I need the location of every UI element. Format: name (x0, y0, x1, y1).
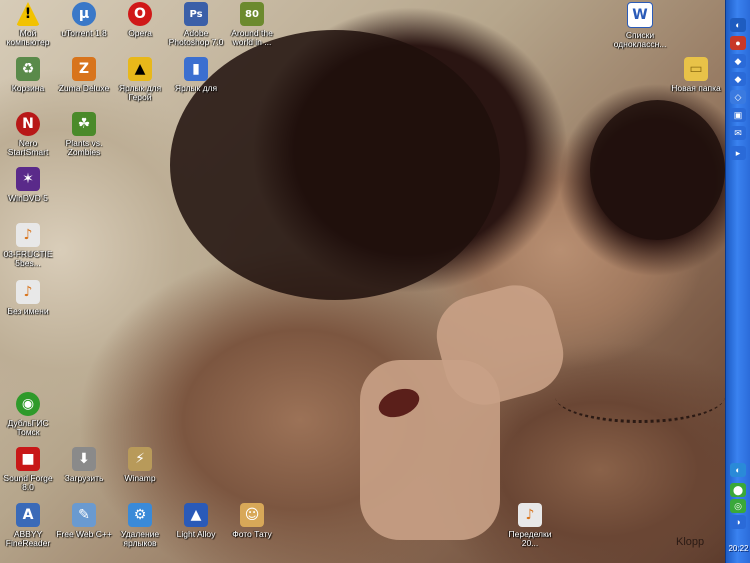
desktop-icon-soundforge[interactable]: ■ Sound Forge 8.0 (0, 447, 56, 492)
icon-label: Zuma Deluxe (58, 83, 110, 93)
icon-label: Корзина (11, 83, 45, 93)
wallpaper-hair-right (590, 100, 725, 240)
desktop-icon-downloads[interactable]: ⬇ Загрузить (56, 447, 112, 483)
plants-zombies-icon: ☘ (72, 112, 96, 136)
icon-label: Без имени (7, 306, 49, 316)
desktop-wallpaper: ! Мой компьютер µ uTorrent 1.8 O Opera P… (0, 0, 725, 563)
game-80-icon: 80 (240, 2, 264, 26)
sidebar-button-1[interactable]: ◐ (730, 18, 746, 32)
icon-label: Новая папка (671, 83, 721, 93)
icon-label: ДубльГИС Томск (7, 418, 49, 437)
wallpaper-necklace (555, 370, 725, 423)
icon-label: Opera (128, 28, 152, 38)
clock[interactable]: 20:22 (726, 544, 750, 553)
icon-label: Free Web C++ (56, 529, 112, 539)
sidebar-button-2[interactable]: ● (730, 36, 746, 50)
desktop-icon-nero[interactable]: N Nero StartSmart (0, 112, 56, 157)
icon-label: Загрузить (64, 473, 104, 483)
warning-triangle-icon: ! (16, 2, 40, 26)
desktop-icon-photoshop[interactable]: Ps Adobe Photoshop 7.0 (168, 2, 224, 47)
abbyy-icon: A (16, 503, 40, 527)
desktop-icon-recycle-bin[interactable]: ♻ Корзина (0, 57, 56, 93)
desktop-icon-light-alloy[interactable]: ▲ Light Alloy (168, 503, 224, 539)
desktop-icon-hero-shortcut[interactable]: ▲ Ярлык для Герой (112, 57, 168, 102)
remote-icon: ⚙ (128, 503, 152, 527)
desktop-icon-remote[interactable]: ⚙ Удаление ярлыков (112, 503, 168, 548)
desktop-icon-my-computer[interactable]: ! Мой компьютер (0, 2, 56, 47)
desktop-icon-shortcut-blue[interactable]: ▮ Ярлык для (168, 57, 224, 93)
icon-label: Списки одноклассн... (613, 30, 667, 49)
media-file-icon: ♪ (16, 280, 40, 304)
icon-label: Переделки 20... (508, 529, 552, 548)
icon-label: Sound Forge 8.0 (3, 473, 53, 492)
desktop-icon-utorrent[interactable]: µ uTorrent 1.8 (56, 2, 112, 38)
icon-label: WinDVD 5 (8, 193, 48, 203)
word-document-icon: W (627, 2, 653, 28)
desktop-icon-around-world[interactable]: 80 Around the world in ... (224, 2, 280, 47)
desktop-icon-new-folder[interactable]: ▭ Новая папка (668, 57, 724, 93)
folder-icon: ▭ (684, 57, 708, 81)
sidebar-button-5[interactable]: ◇ (730, 90, 746, 104)
tray-icon-1[interactable]: ◐ (730, 463, 746, 477)
nero-icon: N (16, 112, 40, 136)
sidebar-button-7[interactable]: ✉ (730, 126, 746, 140)
icon-label: Plants vs. Zombies (65, 138, 103, 157)
icon-label: Фото Тату (232, 529, 272, 539)
sidebar-button-4[interactable]: ◆ (730, 72, 746, 86)
windvd-icon: ✶ (16, 167, 40, 191)
wallpaper-arm (360, 360, 500, 540)
utorrent-icon: µ (72, 2, 96, 26)
tattoo-icon: ☺ (240, 503, 264, 527)
downloads-icon: ⬇ (72, 447, 96, 471)
icon-label: Adobe Photoshop 7.0 (168, 28, 224, 47)
soundforge-icon: ■ (16, 447, 40, 471)
desktop-icon-abbyy[interactable]: A ABBYY FineReader (0, 503, 56, 548)
tray-icon-3[interactable]: ◎ (730, 499, 746, 513)
icon-label: Winamp (124, 473, 156, 483)
desktop-icon-txt-file[interactable]: ♪ Переделки 20... (502, 503, 558, 548)
wallpaper-watermark: Klopp (676, 536, 705, 548)
desktop-icon-photo-tattoo[interactable]: ☺ Фото Тату (224, 503, 280, 539)
tray-icon-4[interactable]: ◑ (730, 515, 746, 529)
dublgis-icon: ◉ (16, 392, 40, 416)
icon-label: Мой компьютер (6, 28, 50, 47)
winamp-icon: ⚡ (128, 447, 152, 471)
icon-label: Light Alloy (176, 529, 216, 539)
shortcut-blue-icon: ▮ (184, 57, 208, 81)
sidebar-button-8[interactable]: ▸ (730, 146, 746, 160)
desktop-icon-plants-zombies[interactable]: ☘ Plants vs. Zombies (56, 112, 112, 157)
desktop-icon-file-bg[interactable]: ♪ Без имени (0, 280, 56, 316)
icon-label: Ярлык для Герой (118, 83, 162, 102)
zuma-icon: Z (72, 57, 96, 81)
desktop-icon-zuma[interactable]: Z Zuma Deluxe (56, 57, 112, 93)
icon-label: 03-FRUCTIE 5bes... (3, 249, 53, 268)
tray-icon-2[interactable]: ⬤ (730, 483, 746, 497)
desktop-icon-windvd[interactable]: ✶ WinDVD 5 (0, 167, 56, 203)
icon-label: Удаление ярлыков (120, 529, 160, 548)
desktop-icon-word-doc[interactable]: W Списки одноклассн... (612, 2, 668, 49)
opera-icon: O (128, 2, 152, 26)
media-file-icon: ♪ (518, 503, 542, 527)
desktop-icon-opera[interactable]: O Opera (112, 2, 168, 38)
desktop-icon-dublgis[interactable]: ◉ ДубльГИС Томск (0, 392, 56, 437)
feewe-icon: ✎ (72, 503, 96, 527)
desktop-icon-file-03[interactable]: ♪ 03-FRUCTIE 5bes... (0, 223, 56, 268)
icon-label: Ярлык для (174, 83, 218, 93)
icon-label: Around the world in ... (231, 28, 273, 47)
light-alloy-icon: ▲ (184, 503, 208, 527)
icon-label: Nero StartSmart (7, 138, 49, 157)
icon-label: ABBYY FineReader (5, 529, 51, 548)
shortcut-icon: ▲ (128, 57, 152, 81)
quick-launch-sidebar: ◐ ● ◆ ◆ ◇ ▣ ✉ ▸ ◐ ⬤ ◎ ◑ 20:22 (725, 0, 750, 563)
desktop-icon-feewe[interactable]: ✎ Free Web C++ (56, 503, 112, 539)
media-file-icon: ♪ (16, 223, 40, 247)
sidebar-button-3[interactable]: ◆ (730, 54, 746, 68)
icon-label: uTorrent 1.8 (61, 28, 107, 38)
sidebar-button-6[interactable]: ▣ (730, 108, 746, 122)
photoshop-icon: Ps (184, 2, 208, 26)
recycle-bin-icon: ♻ (16, 57, 40, 81)
desktop-icon-winamp[interactable]: ⚡ Winamp (112, 447, 168, 483)
